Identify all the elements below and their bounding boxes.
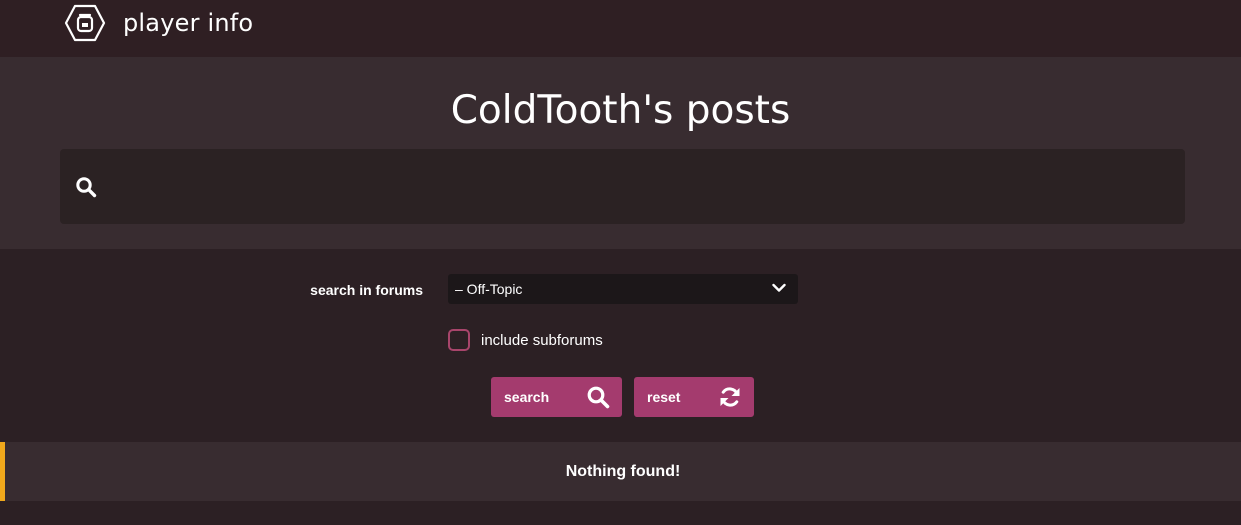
search-icon [76, 177, 97, 198]
forum-select-label: search in forums [310, 282, 423, 298]
reset-button[interactable]: reset [634, 377, 754, 417]
post-search-bar[interactable] [60, 149, 1185, 224]
top-bar: player info [0, 0, 1241, 57]
no-results-notice: Nothing found! [0, 442, 1241, 501]
hero-section: ColdTooth's posts [0, 57, 1241, 249]
forum-select-value: – Off-Topic [455, 281, 523, 297]
page-title: ColdTooth's posts [450, 88, 791, 133]
search-button-label: search [504, 389, 550, 405]
hexagon-bot-logo-icon[interactable] [64, 4, 106, 42]
search-button[interactable]: search [491, 377, 622, 417]
app-title[interactable]: player info [123, 8, 253, 38]
refresh-icon [720, 387, 740, 407]
forum-select[interactable]: – Off-Topic [448, 274, 798, 304]
include-subforums-label[interactable]: include subforums [481, 331, 603, 351]
include-subforums-checkbox[interactable] [448, 329, 470, 351]
post-search-input[interactable] [112, 149, 1172, 224]
reset-button-label: reset [647, 389, 681, 405]
chevron-down-icon [772, 283, 786, 292]
no-results-message: Nothing found! [565, 463, 681, 480]
search-icon [587, 386, 610, 409]
